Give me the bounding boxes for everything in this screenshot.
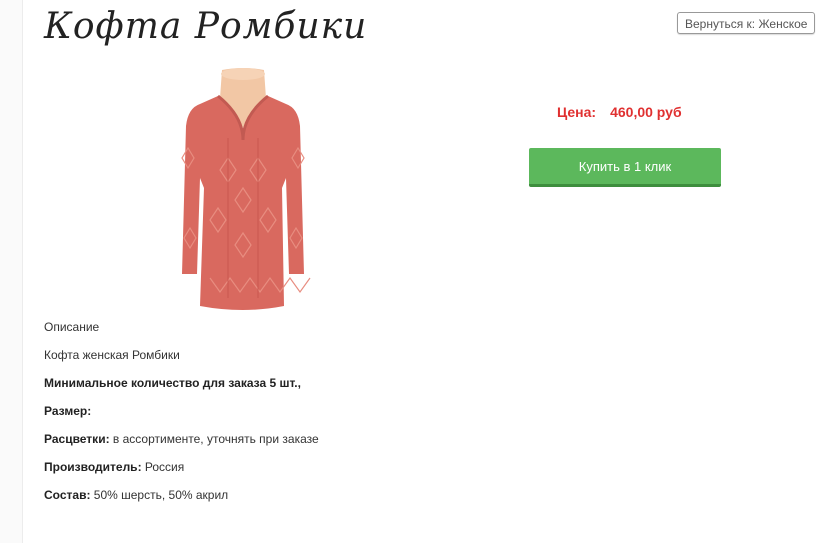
description-product-name: Кофта женская Ромбики: [44, 348, 180, 362]
description-composition: Состав: 50% шерсть, 50% акрил: [44, 486, 319, 514]
description-min-order: Минимальное количество для заказа 5 шт.,: [44, 374, 319, 402]
back-to-category-button[interactable]: Вернуться к: Женское: [677, 12, 816, 34]
colors-value: в ассортименте, уточнять при заказе: [109, 432, 319, 446]
description-manufacturer: Производитель: Россия: [44, 458, 319, 486]
buy-one-click-button[interactable]: Купить в 1 клик: [529, 148, 721, 187]
manufacturer-label: Производитель:: [44, 460, 142, 474]
description-colors: Расцветки: в ассортименте, уточнять при …: [44, 430, 319, 458]
description-heading: Описание: [44, 320, 100, 334]
description-size: Размер:: [44, 402, 319, 430]
product-image[interactable]: [158, 68, 328, 318]
product-description: Описание Кофта женская Ромбики Минимальн…: [44, 318, 319, 514]
colors-label: Расцветки:: [44, 432, 110, 446]
product-price: Цена: 460,00 руб: [557, 104, 682, 120]
price-label: Цена:: [557, 104, 597, 120]
size-label: Размер:: [44, 404, 92, 418]
min-order-text: Минимальное количество для заказа 5 шт.,: [44, 376, 301, 390]
manufacturer-value: Россия: [141, 460, 185, 474]
price-value: 460,00 руб: [610, 104, 682, 120]
composition-label: Состав:: [44, 488, 91, 502]
page-title: Кофта Ромбики: [44, 6, 368, 47]
page-left-border: [0, 0, 23, 543]
composition-value: 50% шерсть, 50% акрил: [90, 488, 229, 502]
